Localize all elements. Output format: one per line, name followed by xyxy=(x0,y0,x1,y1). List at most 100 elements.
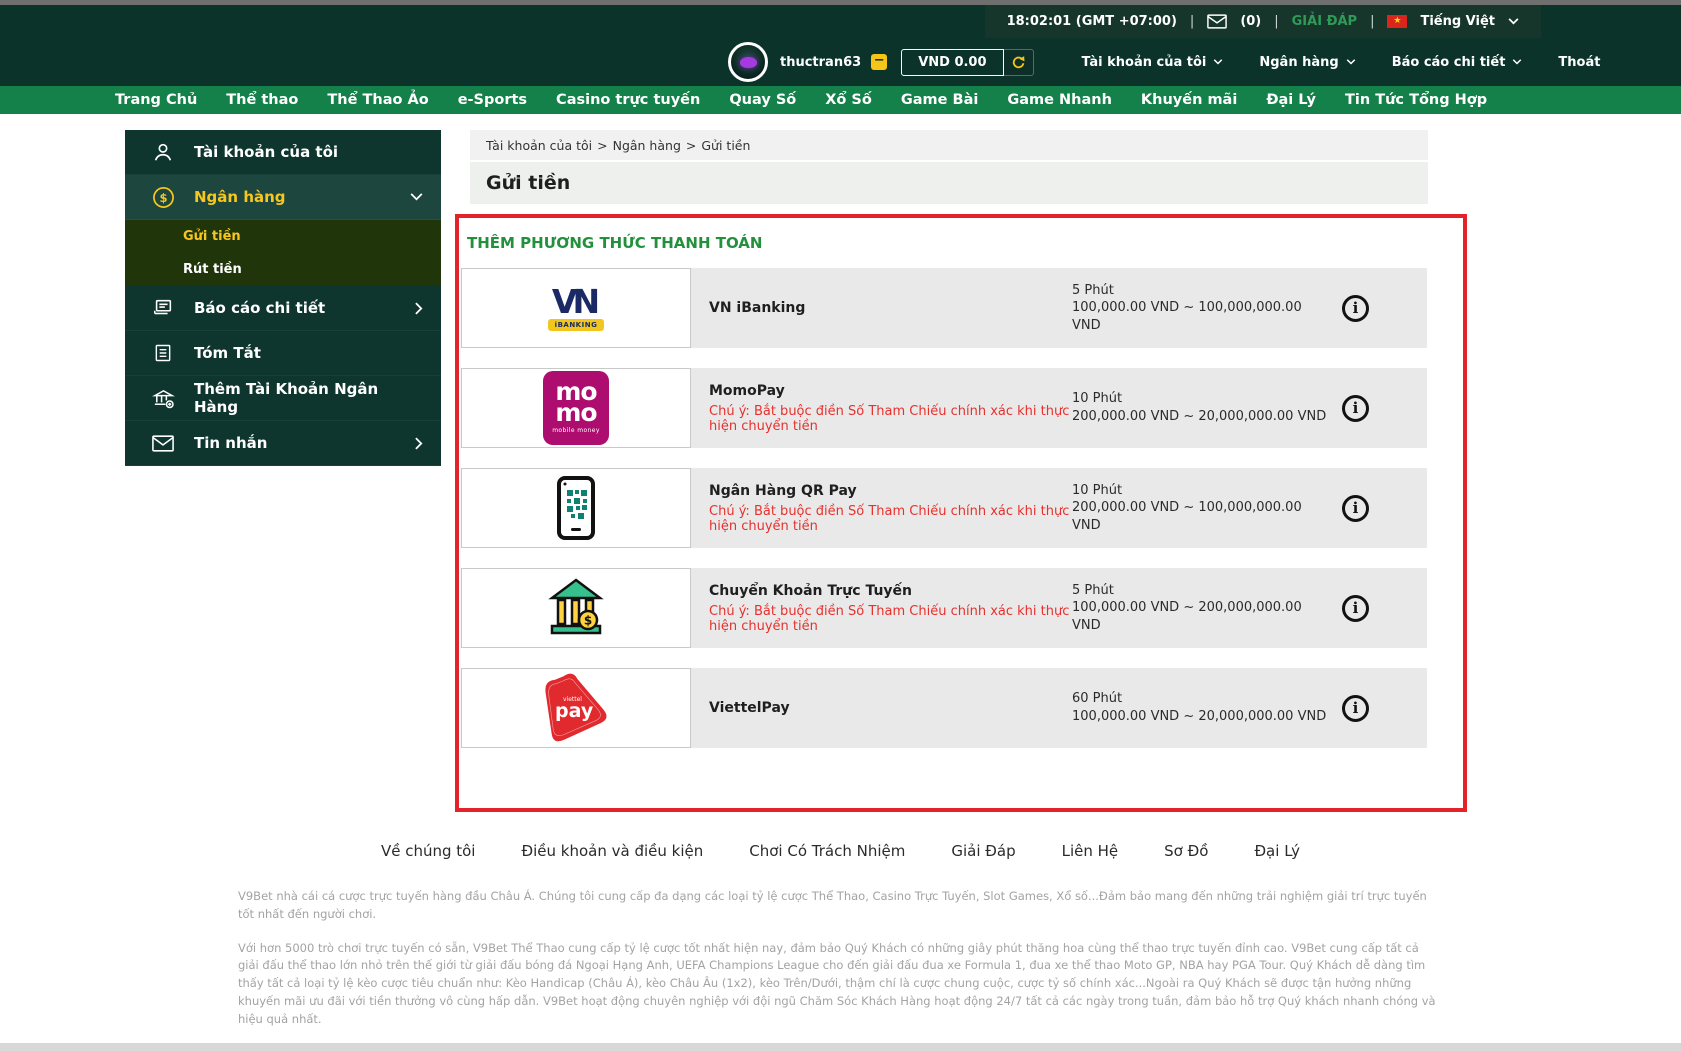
nav-item-agent[interactable]: Đại Lý xyxy=(1266,92,1316,108)
payment-method-row-vn-ibanking: VN iBANKING VN iBanking 5 Phút 100,000.0… xyxy=(461,268,1427,348)
breadcrumb-item-account[interactable]: Tài khoản của tôi xyxy=(486,138,592,153)
report-icon xyxy=(151,297,175,319)
nav-item-sports[interactable]: Thể thao xyxy=(226,92,298,108)
info-icon[interactable]: i xyxy=(1342,694,1369,722)
payment-method-name: Ngân Hàng QR Pay xyxy=(709,482,857,499)
sidebar-item-deposit[interactable]: Gửi tiền xyxy=(125,220,441,253)
footer-link-agent[interactable]: Đại Lý xyxy=(1254,842,1300,860)
bottom-strip xyxy=(0,1042,1681,1051)
menu-my-account[interactable]: Tài khoản của tôi xyxy=(1082,55,1224,70)
faq-link[interactable]: GIẢI ĐÁP xyxy=(1292,14,1357,29)
clock-text: 18:02:01 (GMT +07:00) xyxy=(1006,14,1177,29)
main-panel: Tài khoản của tôi > Ngân hàng > Gửi tiền… xyxy=(455,130,1467,812)
footer-link-responsible-gaming[interactable]: Chơi Có Trách Nhiệm xyxy=(749,842,905,860)
qr-phone-icon xyxy=(545,474,607,542)
content-area: Tài khoản của tôi $ Ngân hàng Gửi tiền R… xyxy=(0,114,1681,812)
vn-ibanking-logo[interactable]: VN iBANKING xyxy=(461,268,691,348)
banking-submenu: Gửi tiền Rút tiền xyxy=(125,220,441,286)
logout-button[interactable]: Thoát xyxy=(1558,55,1600,70)
sidebar-item-banking[interactable]: $ Ngân hàng xyxy=(125,175,441,220)
envelope-icon xyxy=(151,434,175,452)
nav-item-virtual-sports[interactable]: Thể Thao Ảo xyxy=(327,92,428,108)
sidebar-item-reports[interactable]: Báo cáo chi tiết xyxy=(125,286,441,331)
chevron-down-icon[interactable] xyxy=(1508,18,1519,25)
footer-link-contact[interactable]: Liên Hệ xyxy=(1062,842,1119,860)
menu-banking[interactable]: Ngân hàng xyxy=(1259,55,1355,70)
momopay-logo-subtext: mobile money xyxy=(552,427,600,434)
hide-balance-button[interactable]: − xyxy=(871,54,888,70)
chevron-down-icon xyxy=(1213,59,1223,65)
payment-method-note: Chú ý: Bắt buộc điền Số Tham Chiếu chính… xyxy=(709,603,1070,634)
logout-label: Thoát xyxy=(1558,54,1601,70)
payment-method-name: VN iBanking xyxy=(709,300,806,316)
topbar-separator: | xyxy=(1370,14,1375,29)
chevron-down-icon xyxy=(410,193,423,201)
footer-link-sitemap[interactable]: Sơ Đồ xyxy=(1164,842,1208,860)
info-icon[interactable]: i xyxy=(1342,494,1369,522)
info-icon[interactable]: i xyxy=(1342,394,1369,422)
chevron-down-icon xyxy=(1512,59,1522,65)
breadcrumb-separator: > xyxy=(685,137,697,153)
footer-link-faq[interactable]: Giải Đáp xyxy=(951,842,1015,860)
menu-reports-label: Báo cáo chi tiết xyxy=(1391,54,1506,70)
online-transfer-logo[interactable]: $ xyxy=(461,568,691,648)
footer-link-about[interactable]: Về chúng tôi xyxy=(381,842,476,860)
chevron-down-icon xyxy=(1346,59,1356,65)
momopay-logo-text: mo xyxy=(555,397,597,427)
menu-reports[interactable]: Báo cáo chi tiết xyxy=(1392,55,1523,70)
sidebar-item-add-bank-account[interactable]: Thêm Tài Khoản Ngân Hàng xyxy=(125,376,441,421)
avatar[interactable] xyxy=(728,42,768,82)
sidebar-item-summary[interactable]: Tóm Tắt xyxy=(125,331,441,376)
nav-item-lottery[interactable]: Xổ Số xyxy=(825,92,872,108)
footer-link-terms[interactable]: Điều khoản và điều kiện xyxy=(521,842,703,860)
viettelpay-logo-mark: viettel pay xyxy=(537,670,615,746)
vn-ibanking-logo-badge: iBANKING xyxy=(547,319,605,331)
nav-item-esports[interactable]: e-Sports xyxy=(458,92,527,108)
svg-text:$: $ xyxy=(159,190,167,204)
mail-icon[interactable] xyxy=(1207,14,1228,29)
site-header: 18:02:01 (GMT +07:00) | (0) | GIẢI ĐÁP |… xyxy=(0,5,1681,86)
nav-item-home[interactable]: Trang Chủ xyxy=(115,92,197,108)
payment-method-note: Chú ý: Bắt buộc điền Số Tham Chiếu chính… xyxy=(709,503,1070,534)
info-icon[interactable]: i xyxy=(1342,594,1369,622)
person-icon xyxy=(151,141,175,163)
payment-method-body[interactable]: Chuyển Khoản Trực Tuyến Chú ý: Bắt buộc … xyxy=(691,568,1427,648)
payment-method-body[interactable]: ViettelPay 60 Phút 100,000.00 VND ~ 20,0… xyxy=(691,668,1427,748)
processing-time: 10 Phút xyxy=(1072,482,1123,498)
bank-building-icon: $ xyxy=(544,578,608,638)
refresh-balance-button[interactable] xyxy=(1003,48,1034,76)
svg-text:$: $ xyxy=(584,614,592,628)
payment-method-body[interactable]: VN iBanking 5 Phút 100,000.00 VND ~ 100,… xyxy=(691,268,1427,348)
breadcrumb: Tài khoản của tôi > Ngân hàng > Gửi tiền xyxy=(470,130,1428,160)
dollar-circle-icon: $ xyxy=(151,186,175,209)
breadcrumb-separator: > xyxy=(597,137,608,153)
qr-pay-logo[interactable] xyxy=(461,468,691,548)
processing-time: 10 Phút xyxy=(1072,391,1123,407)
sidebar-item-messages[interactable]: Tin nhắn xyxy=(125,421,441,466)
mail-count[interactable]: (0) xyxy=(1240,14,1261,29)
nav-item-casino[interactable]: Casino trực tuyến xyxy=(556,92,700,108)
payment-method-name: ViettelPay xyxy=(709,700,790,716)
nav-item-slots[interactable]: Quay Số xyxy=(729,92,796,108)
page-title: Gửi tiền xyxy=(470,162,1428,204)
viettelpay-logo[interactable]: viettel pay xyxy=(461,668,691,748)
breadcrumb-item-deposit: Gửi tiền xyxy=(701,137,751,153)
bank-plus-icon xyxy=(151,387,175,410)
sidebar-item-label: Tài khoản của tôi xyxy=(194,143,339,161)
sidebar-item-my-account[interactable]: Tài khoản của tôi xyxy=(125,130,441,175)
nav-item-promotions[interactable]: Khuyến mãi xyxy=(1141,92,1237,108)
sidebar-item-withdraw[interactable]: Rút tiền xyxy=(125,253,441,286)
breadcrumb-item-banking[interactable]: Ngân hàng xyxy=(613,138,681,153)
vietnam-flag-icon: ★ xyxy=(1387,15,1408,28)
payment-method-body[interactable]: MomoPay Chú ý: Bắt buộc điền Số Tham Chi… xyxy=(691,368,1427,448)
language-selector[interactable]: Tiếng Việt xyxy=(1420,14,1495,29)
nav-item-card-games[interactable]: Game Bài xyxy=(901,92,978,108)
nav-item-news[interactable]: Tin Tức Tổng Hợp xyxy=(1345,92,1487,108)
limit-range: 100,000.00 VND ~ 100,000,000.00 VND xyxy=(1072,300,1302,333)
info-icon[interactable]: i xyxy=(1342,294,1369,322)
nav-item-quick-games[interactable]: Game Nhanh xyxy=(1007,92,1112,108)
payment-method-body[interactable]: Ngân Hàng QR Pay Chú ý: Bắt buộc điền Số… xyxy=(691,468,1427,548)
topbar-separator: | xyxy=(1274,14,1279,29)
momopay-logo[interactable]: mo mo mobile money xyxy=(461,368,691,448)
processing-time: 60 Phút xyxy=(1072,691,1123,707)
